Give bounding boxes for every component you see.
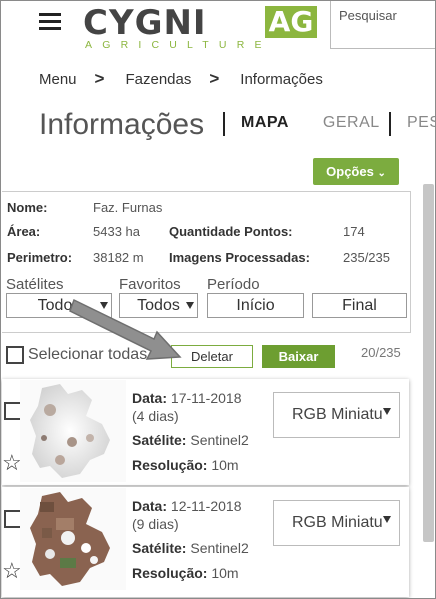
- page-title: Informações: [39, 108, 205, 141]
- caret-down-icon: [383, 408, 391, 415]
- date-value: 17-11-2018: [170, 390, 242, 406]
- points-label: Quantidade Pontos:: [169, 224, 293, 239]
- image-card[interactable]: ☆ Data: 12-11-2018 (9 dias) Satélite: Se…: [2, 487, 409, 597]
- view-mode-select[interactable]: RGB Miniatu: [273, 500, 400, 546]
- download-button[interactable]: Baixar: [262, 345, 335, 368]
- area-label: Área:: [7, 224, 41, 239]
- days-ago: (4 dias): [132, 408, 179, 424]
- breadcrumb-menu[interactable]: Menu: [39, 71, 77, 88]
- view-mode-value: RGB Miniatu: [292, 514, 383, 531]
- days-ago: (9 dias): [132, 516, 179, 532]
- logo: CYGNI AG AGRICULTURE: [83, 6, 321, 52]
- satellite-label: Satélite:: [132, 432, 187, 448]
- area-value: 5433 ha: [93, 224, 140, 239]
- processed-images-label: Imagens Processadas:: [169, 250, 310, 265]
- satellite-thumbnail[interactable]: [20, 488, 126, 590]
- chevron-right-icon: >: [209, 69, 220, 88]
- satellites-filter-label: Satélites: [6, 276, 64, 293]
- satellite-thumbnail[interactable]: [20, 380, 126, 482]
- scrollbar-thumb[interactable]: [423, 184, 434, 542]
- name-label: Nome:: [7, 200, 48, 215]
- satellite-value: Sentinel2: [190, 432, 249, 448]
- satellite-value: Sentinel2: [190, 540, 249, 556]
- date-label: Data:: [132, 498, 168, 514]
- tab-bar: MAPA GERAL: [241, 114, 414, 132]
- breadcrumb: Menu > Fazendas > Informações: [39, 69, 323, 89]
- tab-mapa[interactable]: MAPA: [241, 114, 289, 132]
- selection-count: 20/235: [361, 345, 401, 360]
- perimeter-label: Perimetro:: [7, 250, 73, 265]
- processed-images-value: 235/235: [343, 250, 390, 265]
- chevron-down-icon: ⌄: [377, 168, 386, 179]
- arrow-annotation: [69, 298, 182, 360]
- farm-info-panel: Nome: Faz. Furnas Área: 5433 ha Quantida…: [2, 191, 411, 333]
- resolution-value: 10m: [211, 565, 239, 581]
- tab-divider: [389, 112, 391, 136]
- breadcrumb-informacoes: Informações: [240, 70, 323, 88]
- select-all-checkbox[interactable]: [6, 346, 24, 364]
- resolution-value: 10m: [211, 457, 239, 473]
- options-button-label: Opções: [326, 164, 374, 179]
- date-label: Data:: [132, 390, 168, 406]
- star-outline-icon[interactable]: ☆: [2, 560, 22, 582]
- chevron-right-icon: >: [94, 69, 105, 88]
- app-frame: CYGNI AG AGRICULTURE Menu > Fazendas > I…: [0, 0, 436, 599]
- star-outline-icon[interactable]: ☆: [2, 452, 22, 474]
- view-mode-value: RGB Miniatu: [292, 406, 383, 423]
- image-card[interactable]: ☆ Data: 17-11-2018 (4 dias) Satélite: Se…: [2, 379, 409, 485]
- resolution-label: Resolução:: [132, 565, 208, 581]
- date-value: 12-11-2018: [170, 498, 242, 514]
- caret-down-icon: [186, 302, 194, 309]
- tab-divider: [223, 112, 225, 136]
- name-value: Faz. Furnas: [93, 200, 163, 215]
- satellite-label: Satélite:: [132, 540, 187, 556]
- delete-button[interactable]: Deletar: [171, 345, 253, 368]
- resolution-label: Resolução:: [132, 457, 208, 473]
- start-date-field[interactable]: Início: [207, 293, 304, 318]
- breadcrumb-fazendas[interactable]: Fazendas: [125, 71, 191, 88]
- favorites-filter-label: Favoritos: [119, 276, 181, 293]
- period-filter-label: Período: [207, 276, 260, 293]
- end-date-field[interactable]: Final: [312, 293, 407, 318]
- logo-subtitle: AGRICULTURE: [85, 39, 272, 51]
- points-value: 174: [343, 224, 365, 239]
- perimeter-value: 38182 m: [93, 250, 144, 265]
- logo-ag-badge: AG: [265, 6, 317, 38]
- menu-icon[interactable]: [39, 13, 61, 30]
- logo-text: CYGNI: [83, 3, 207, 43]
- search-input[interactable]: [331, 1, 435, 30]
- search-box[interactable]: [330, 1, 435, 49]
- scrollbar[interactable]: [421, 184, 435, 598]
- view-mode-select[interactable]: RGB Miniatu: [273, 392, 400, 438]
- options-button[interactable]: Opções ⌄: [313, 158, 399, 185]
- tab-pes[interactable]: PES: [407, 114, 435, 132]
- tab-geral[interactable]: GERAL: [323, 114, 380, 132]
- caret-down-icon: [383, 516, 391, 523]
